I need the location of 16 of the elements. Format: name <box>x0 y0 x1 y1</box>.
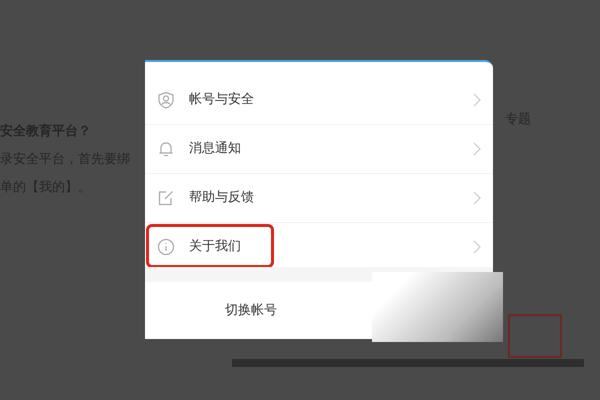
chevron-icon <box>473 240 481 254</box>
info-icon <box>157 238 175 256</box>
menu-item[interactable]: 帐号与安全 <box>145 75 493 124</box>
bell-icon <box>157 140 175 158</box>
menu-label: 帐号与安全 <box>189 90 254 109</box>
edit-icon <box>157 189 175 207</box>
chevron-icon <box>473 191 481 205</box>
menu-item[interactable]: 消息通知 <box>145 124 493 173</box>
chevron-icon <box>473 92 481 106</box>
menu-label: 关于我们 <box>189 238 241 256</box>
menu-label: 消息通知 <box>189 140 241 158</box>
chevron-icon <box>473 142 481 156</box>
menu-item[interactable]: 帮助与反馈 <box>145 173 493 222</box>
menu-label: 帮助与反馈 <box>189 189 254 208</box>
shield-user-icon <box>157 90 175 108</box>
highlight-frame <box>508 314 562 358</box>
